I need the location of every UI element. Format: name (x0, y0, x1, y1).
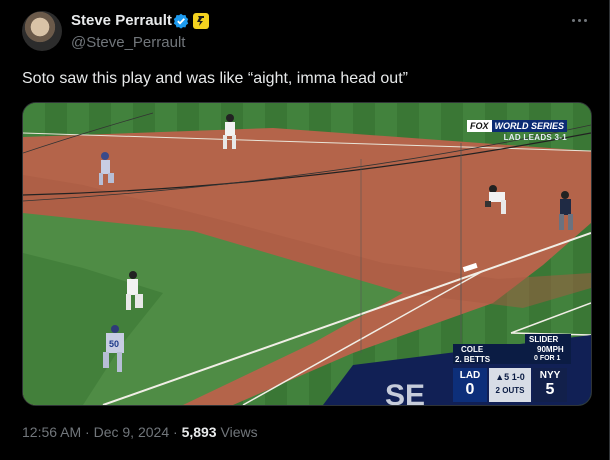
more-options-icon[interactable] (569, 10, 589, 30)
meta-separator: · (173, 424, 178, 440)
away-score: 0 (465, 381, 475, 398)
game-state: ▲5 1-0 2 OUTS (489, 368, 531, 402)
author-name[interactable]: Steve Perrault (71, 12, 172, 29)
broadcast-logo: FOX WORLD SERIES LAD LEADS 3-1 (467, 120, 568, 142)
tweet-date[interactable]: Dec 9, 2024 (94, 424, 170, 440)
tweet-meta: 12:56 AM · Dec 9, 2024 · 5,893 Views (22, 424, 258, 440)
pitch-info: SLIDER 90MPH 0 FOR 1 (525, 334, 571, 364)
avatar[interactable] (22, 11, 62, 51)
pitch-speed: 90MPH (537, 345, 564, 354)
pitcher-name: COLE (461, 345, 484, 354)
batter-name: 2. BETTS (455, 355, 491, 364)
views-label: Views (220, 424, 258, 440)
pitch-count: 0 FOR 1 (534, 355, 561, 362)
views-count[interactable]: 5,893 (182, 424, 217, 440)
svg-text:50: 50 (109, 339, 119, 349)
affiliation-badge-icon[interactable] (193, 13, 209, 29)
matchup: COLE 2. BETTS (453, 344, 525, 364)
pitch-type: SLIDER (529, 335, 559, 344)
meta-separator: · (85, 424, 90, 440)
outs: 2 OUTS (495, 386, 525, 395)
home-score: 5 (545, 381, 555, 398)
author-handle[interactable]: @Steve_Perrault (71, 34, 185, 51)
network-label: FOX (467, 120, 492, 132)
svg-text:SE: SE (385, 379, 425, 405)
tweet-text: Soto saw this play and was like “aight, … (22, 70, 408, 87)
home-team: NYY (539, 370, 561, 381)
inning: ▲5 (495, 372, 510, 382)
event-label: WORLD SERIES (491, 120, 568, 132)
count: 1-0 (511, 372, 525, 382)
away-team: LAD (459, 370, 481, 381)
home-team-box: NYY 5 (533, 368, 567, 402)
series-status: LAD LEADS 3-1 (503, 133, 568, 142)
away-team-box: LAD 0 (453, 368, 487, 402)
verified-badge-icon[interactable] (173, 13, 189, 29)
video-media[interactable]: 50 SE FOX WORLD SERIES LAD LEADS 3-1 SLI… (22, 102, 592, 406)
tweet-time[interactable]: 12:56 AM (22, 424, 81, 440)
